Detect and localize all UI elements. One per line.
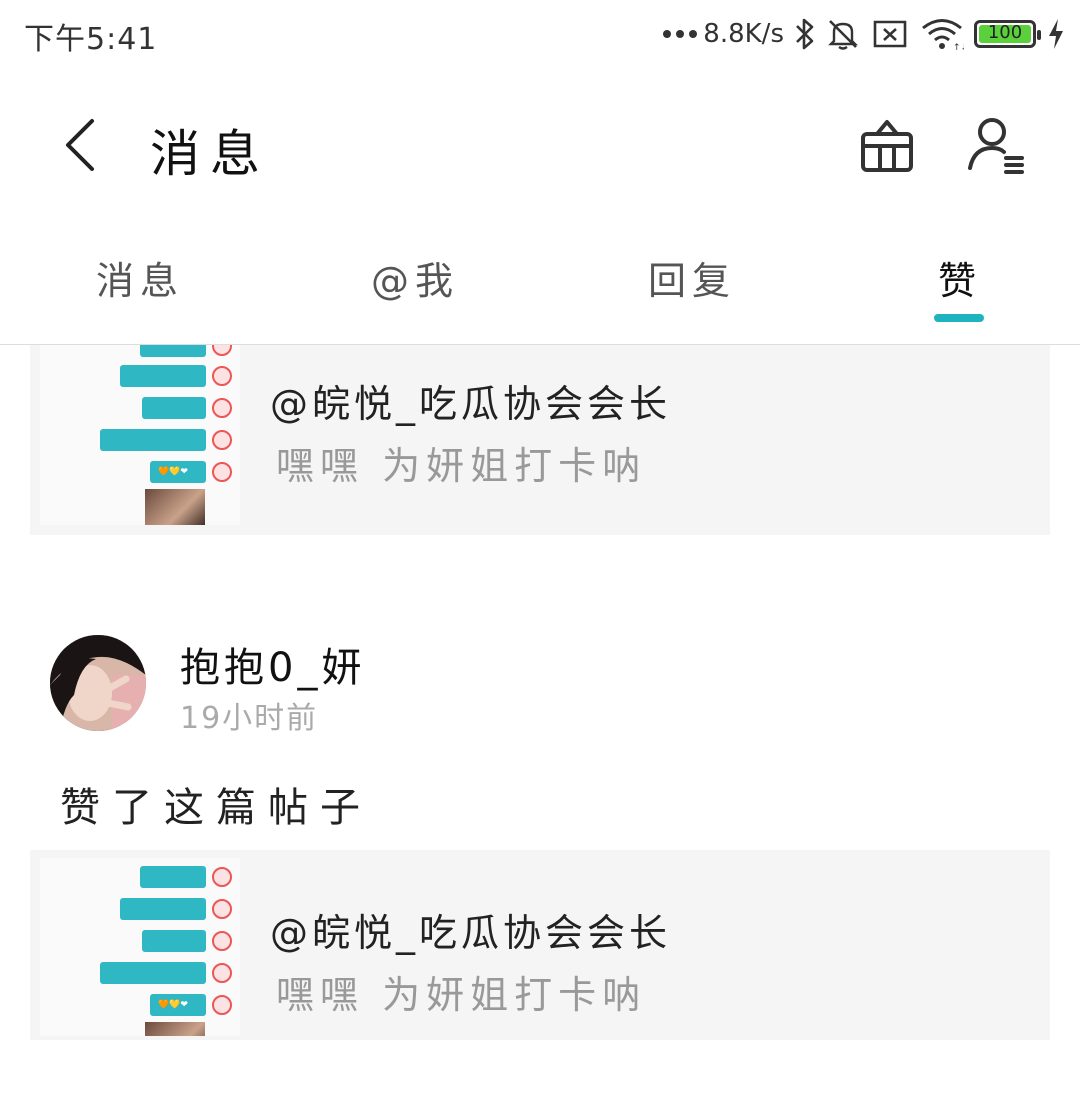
post-preview-card[interactable]: 🧡💛❤ @皖悦_吃瓜协会会长 嘿嘿 为妍姐打卡呐 bbox=[30, 850, 1050, 1040]
back-button[interactable] bbox=[50, 110, 110, 180]
active-tab-indicator bbox=[934, 314, 984, 322]
svg-text:↑↓: ↑↓ bbox=[953, 43, 964, 51]
tab-messages[interactable]: 消息 bbox=[40, 250, 240, 305]
battery-icon: 100 bbox=[974, 20, 1041, 48]
timestamp: 19小时前 bbox=[180, 701, 319, 736]
status-bar: 下午5:41 8.8K/s ↑↓ 100 bbox=[0, 0, 1080, 70]
avatar[interactable] bbox=[50, 635, 146, 731]
bell-off-icon bbox=[826, 17, 860, 51]
post-thumbnail: 🧡💛❤ bbox=[40, 858, 240, 1036]
user-settings-button[interactable] bbox=[962, 110, 1032, 180]
status-time: 下午5:41 bbox=[24, 22, 158, 57]
tab-mentions[interactable]: @我 bbox=[315, 250, 515, 305]
network-speed: 8.8K/s bbox=[703, 19, 784, 49]
post-text: 嘿嘿 为妍姐打卡呐 bbox=[276, 444, 647, 488]
likes-feed: 🧡💛❤ @皖悦_吃瓜协会会长 嘿嘿 为妍姐打卡呐 抱抱0_妍 19小时前 赞了这… bbox=[0, 345, 1080, 1097]
post-text: 嘿嘿 为妍姐打卡呐 bbox=[276, 973, 647, 1017]
back-icon bbox=[66, 119, 94, 171]
app-bar: 消息 bbox=[0, 70, 1080, 220]
post-author: @皖悦_吃瓜协会会长 bbox=[270, 382, 672, 426]
status-icons: 8.8K/s ↑↓ 100 bbox=[663, 14, 1066, 54]
battery-level: 100 bbox=[987, 22, 1023, 43]
page-title: 消息 bbox=[150, 125, 270, 183]
like-notification: 抱抱0_妍 19小时前 赞了这篇帖子 bbox=[0, 635, 1080, 835]
like-action-text: 赞了这篇帖子 bbox=[60, 785, 372, 831]
charging-icon bbox=[1046, 17, 1066, 51]
post-thumbnail: 🧡💛❤ bbox=[40, 345, 240, 525]
thumbnail-photo bbox=[145, 1022, 205, 1036]
post-author: @皖悦_吃瓜协会会长 bbox=[270, 911, 672, 955]
tab-likes[interactable]: 赞 bbox=[860, 250, 1060, 305]
post-preview-card[interactable]: 🧡💛❤ @皖悦_吃瓜协会会长 嘿嘿 为妍姐打卡呐 bbox=[30, 345, 1050, 535]
tab-replies[interactable]: 回复 bbox=[592, 250, 792, 305]
thumbnail-photo bbox=[145, 489, 205, 525]
wifi-icon: ↑↓ bbox=[920, 17, 964, 51]
dots-icon bbox=[663, 30, 698, 38]
tab-bar: 消息 @我 回复 赞 bbox=[0, 220, 1080, 345]
network-indicator: 8.8K/s bbox=[663, 19, 784, 49]
bluetooth-icon bbox=[794, 17, 816, 51]
username[interactable]: 抱抱0_妍 bbox=[180, 635, 365, 693]
sim-x-icon bbox=[870, 19, 910, 49]
gift-button[interactable] bbox=[855, 112, 919, 176]
user-settings-icon bbox=[968, 118, 1024, 174]
gift-icon bbox=[861, 120, 913, 172]
